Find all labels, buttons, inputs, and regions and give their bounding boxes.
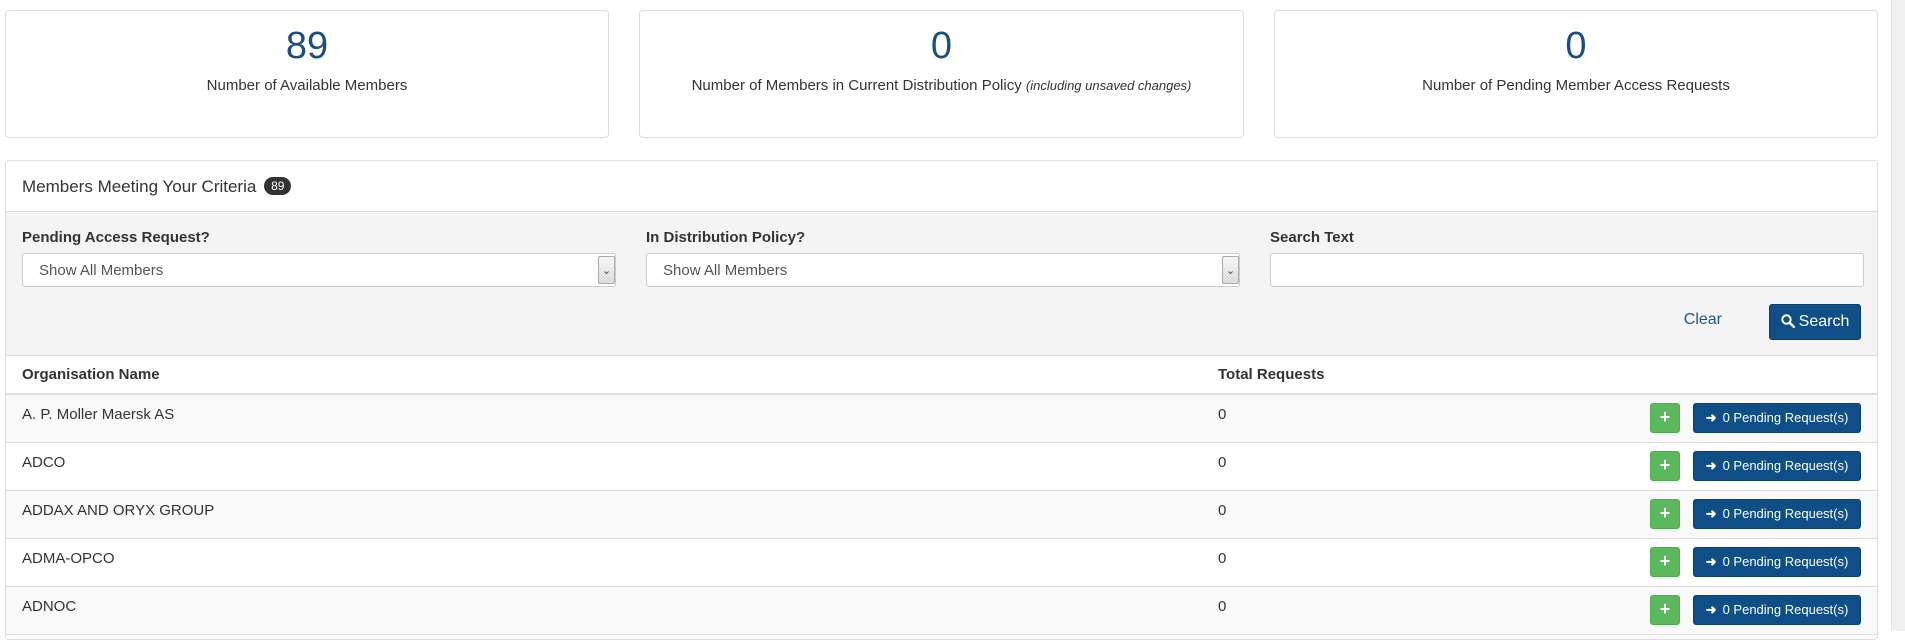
table-row: A. P. Moller Maersk AS 0 + ➜ 0 Pending Req… bbox=[6, 394, 1877, 443]
add-member-button[interactable]: + bbox=[1650, 403, 1680, 433]
in-policy-filter: In Distribution Policy? Show All Members… bbox=[646, 229, 1240, 287]
arrow-right-icon: ➜ bbox=[1705, 601, 1717, 617]
pending-requests-count: 0 bbox=[1565, 25, 1587, 67]
available-members-label: Number of Available Members bbox=[206, 77, 408, 94]
search-text-filter: Search Text bbox=[1270, 229, 1864, 287]
unsaved-changes-note: (including unsaved changes) bbox=[1025, 78, 1192, 93]
column-header-actions bbox=[1502, 356, 1877, 395]
in-policy-label: In Distribution Policy? bbox=[646, 229, 806, 246]
policy-members-label: Number of Members in Current Distributio… bbox=[691, 77, 1192, 94]
members-panel: Members Meeting Your Criteria 89 Pending… bbox=[5, 160, 1878, 640]
pending-requests-button[interactable]: ➜ 0 Pending Request(s) bbox=[1693, 594, 1861, 625]
search-text-label: Search Text bbox=[1270, 229, 1354, 246]
arrow-right-icon: ➜ bbox=[1705, 410, 1717, 425]
plus-icon: + bbox=[1659, 598, 1671, 619]
available-members-count: 89 bbox=[285, 25, 329, 67]
member-count-badge: 89 bbox=[264, 177, 292, 195]
pending-requests-button[interactable]: ➜ 0 Pending Request(s) bbox=[1693, 546, 1861, 577]
in-policy-select[interactable]: Show All Members ⌄ bbox=[646, 253, 1240, 287]
pending-requests-label: 0 Pending Request(s) bbox=[1722, 505, 1849, 521]
arrow-right-icon: ➜ bbox=[1705, 553, 1717, 569]
arrow-right-icon: ➜ bbox=[1705, 457, 1717, 473]
pending-requests-label: 0 Pending Request(s) bbox=[1722, 410, 1849, 425]
total-requests: 0 bbox=[1218, 501, 1227, 519]
panel-heading: Members Meeting Your Criteria 89 bbox=[6, 161, 1877, 212]
column-header-organisation: Organisation Name bbox=[6, 356, 1202, 395]
add-member-button[interactable]: + bbox=[1650, 594, 1680, 625]
organisation-name: ADNOC bbox=[22, 597, 77, 615]
chevron-down-icon[interactable]: ⌄ bbox=[598, 256, 615, 284]
table-row: ADDAX AND ORYX GROUP 0 + ➜ 0 Pending Reque… bbox=[6, 490, 1877, 539]
panel-title: Members Meeting Your Criteria bbox=[22, 177, 257, 196]
page-scrollbar[interactable] bbox=[1891, 0, 1905, 631]
pending-requests-label: 0 Pending Request(s) bbox=[1722, 553, 1849, 569]
pending-requests-label: 0 Pending Request(s) bbox=[1722, 601, 1849, 617]
total-requests: 0 bbox=[1218, 597, 1227, 615]
pending-access-select[interactable]: Show All Members ⌄ bbox=[22, 253, 616, 287]
in-policy-selected-value: Show All Members bbox=[663, 262, 788, 279]
pending-access-filter: Pending Access Request? Show All Members… bbox=[22, 229, 616, 287]
total-requests: 0 bbox=[1218, 406, 1227, 423]
table-row: ADMA-OPCO 0 + ➜ 0 Pending Request(s) bbox=[6, 538, 1877, 587]
policy-members-count: 0 bbox=[930, 25, 953, 67]
pending-access-selected-value: Show All Members bbox=[39, 262, 164, 279]
members-table: Organisation Name Total Requests A. P. M… bbox=[6, 356, 1877, 635]
search-button-label: Search bbox=[1798, 313, 1850, 330]
pending-requests-button[interactable]: ➜ 0 Pending Request(s) bbox=[1693, 450, 1861, 481]
organisation-name: A. P. Moller Maersk AS bbox=[22, 406, 175, 423]
filter-area: Pending Access Request? Show All Members… bbox=[6, 212, 1877, 356]
plus-icon: + bbox=[1659, 550, 1671, 571]
table-row: ADNOC 0 + ➜ 0 Pending Request(s) bbox=[6, 586, 1877, 635]
pending-requests-label: 0 Pending Request(s) bbox=[1722, 457, 1849, 473]
clear-link[interactable]: Clear bbox=[1684, 311, 1722, 329]
search-button[interactable]: Search bbox=[1769, 304, 1861, 340]
total-requests: 0 bbox=[1218, 549, 1227, 567]
search-input[interactable] bbox=[1270, 253, 1864, 287]
stat-card-pending-requests: 0 Number of Pending Member Access Reques… bbox=[1274, 10, 1878, 138]
chevron-down-icon[interactable]: ⌄ bbox=[1222, 256, 1239, 284]
table-row: ADCO 0 + ➜ 0 Pending Request(s) bbox=[6, 442, 1877, 491]
plus-icon: + bbox=[1659, 407, 1671, 427]
pending-requests-button[interactable]: ➜ 0 Pending Request(s) bbox=[1693, 403, 1861, 433]
add-member-button[interactable]: + bbox=[1650, 546, 1680, 577]
organisation-name: ADCO bbox=[22, 453, 66, 471]
search-icon bbox=[1780, 314, 1795, 329]
column-header-total-requests: Total Requests bbox=[1202, 356, 1502, 395]
plus-icon: + bbox=[1659, 502, 1671, 523]
plus-icon: + bbox=[1659, 454, 1671, 475]
add-member-button[interactable]: + bbox=[1650, 450, 1680, 481]
stat-card-policy-members: 0 Number of Members in Current Distribut… bbox=[639, 10, 1244, 138]
pending-requests-label: Number of Pending Member Access Requests bbox=[1422, 77, 1730, 94]
table-header-row: Organisation Name Total Requests bbox=[6, 356, 1877, 395]
pending-requests-button[interactable]: ➜ 0 Pending Request(s) bbox=[1693, 498, 1861, 529]
organisation-name: ADDAX AND ORYX GROUP bbox=[22, 501, 215, 519]
stat-card-available-members: 89 Number of Available Members bbox=[5, 10, 609, 138]
arrow-right-icon: ➜ bbox=[1705, 505, 1717, 521]
total-requests: 0 bbox=[1218, 453, 1227, 471]
organisation-name: ADMA-OPCO bbox=[22, 549, 115, 567]
add-member-button[interactable]: + bbox=[1650, 498, 1680, 529]
pending-access-label: Pending Access Request? bbox=[22, 229, 210, 246]
